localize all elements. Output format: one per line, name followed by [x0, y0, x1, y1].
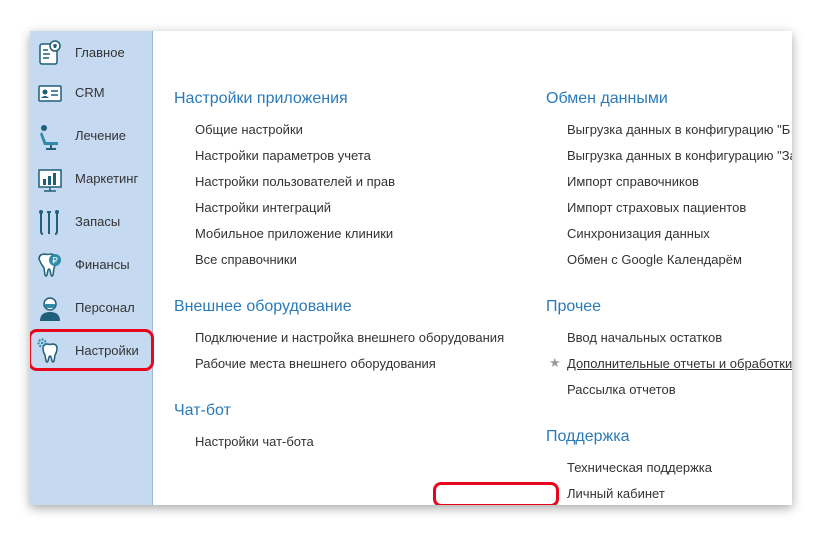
settings-panel: Настройки приложения Общие настройки Нас… [153, 31, 792, 505]
link-tech-support[interactable]: Техническая поддержка [567, 460, 712, 475]
section-title-app-settings: Настройки приложения [174, 90, 348, 107]
dental-tools-icon [39, 210, 59, 235]
link-general-settings[interactable]: Общие настройки [195, 122, 303, 137]
tooth-coin-icon: ₽ [38, 253, 61, 277]
sidebar-item-stock[interactable]: Запасы [30, 200, 152, 243]
personal-account-highlight-frame [433, 482, 559, 505]
link-opening-balances[interactable]: Ввод начальных остатков [567, 330, 722, 345]
sidebar-item-label: CRM [75, 85, 105, 100]
link-accounting-settings[interactable]: Настройки параметров учета [195, 148, 371, 163]
crm-card-icon [38, 85, 62, 102]
marketing-chart-icon [38, 169, 62, 192]
sidebar-item-label: Запасы [75, 214, 121, 229]
link-export-config-z[interactable]: Выгрузка данных в конфигурацию "За [567, 148, 792, 163]
link-equipment-workplaces[interactable]: Рабочие места внешнего оборудования [195, 356, 436, 371]
sidebar-item-label: Маркетинг [75, 171, 139, 186]
link-import-directories[interactable]: Импорт справочников [567, 174, 699, 189]
svg-text:₽: ₽ [52, 257, 58, 267]
section-title-data-exchange: Обмен данными [546, 90, 668, 107]
link-all-directories[interactable]: Все справочники [195, 252, 297, 267]
dental-chair-icon [40, 125, 58, 150]
section-title-chatbot: Чат-бот [174, 402, 231, 419]
sidebar-item-label: Персонал [75, 300, 135, 315]
settings-highlight-frame [30, 329, 154, 371]
link-users-rights-settings[interactable]: Настройки пользователей и прав [195, 174, 395, 189]
link-google-calendar-exchange[interactable]: Обмен с Google Календарём [567, 252, 742, 267]
doctor-icon [40, 297, 60, 321]
link-data-sync[interactable]: Синхронизация данных [567, 226, 710, 241]
sidebar-item-label: Финансы [75, 257, 130, 272]
link-additional-reports[interactable]: Дополнительные отчеты и обработки [567, 356, 792, 371]
sidebar-item-main[interactable]: Главное [30, 31, 152, 74]
link-reports-mailing[interactable]: Рассылка отчетов [567, 382, 676, 397]
link-export-config-b[interactable]: Выгрузка данных в конфигурацию "Б [567, 122, 790, 137]
link-equipment-setup[interactable]: Подключение и настройка внешнего оборудо… [195, 330, 504, 345]
sidebar-item-label: Лечение [75, 128, 127, 143]
link-import-insured-patients[interactable]: Импорт страховых пациентов [567, 200, 746, 215]
link-personal-account[interactable]: Личный кабинет [567, 486, 665, 501]
section-title-support: Поддержка [546, 428, 630, 445]
star-icon[interactable]: ★ [549, 355, 561, 371]
sidebar-item-finance[interactable]: ₽ Финансы [30, 243, 152, 286]
link-mobile-app[interactable]: Мобильное приложение клиники [195, 226, 393, 241]
link-chatbot-settings[interactable]: Настройки чат-бота [195, 434, 314, 449]
sidebar: Главное CRM Лечение Маркетинг Запасы ₽ Ф… [30, 31, 154, 505]
sidebar-item-label: Главное [75, 45, 125, 60]
sidebar-item-treatment[interactable]: Лечение [30, 114, 152, 157]
link-integrations-settings[interactable]: Настройки интеграций [195, 200, 331, 215]
sidebar-item-crm[interactable]: CRM [30, 71, 152, 114]
sidebar-item-marketing[interactable]: Маркетинг [30, 157, 152, 200]
app-window: Главное CRM Лечение Маркетинг Запасы ₽ Ф… [30, 31, 792, 505]
section-title-other: Прочее [546, 298, 602, 315]
sidebar-item-staff[interactable]: Персонал [30, 286, 152, 329]
dashboard-icon [39, 40, 61, 65]
section-title-external-equipment: Внешнее оборудование [174, 298, 352, 315]
